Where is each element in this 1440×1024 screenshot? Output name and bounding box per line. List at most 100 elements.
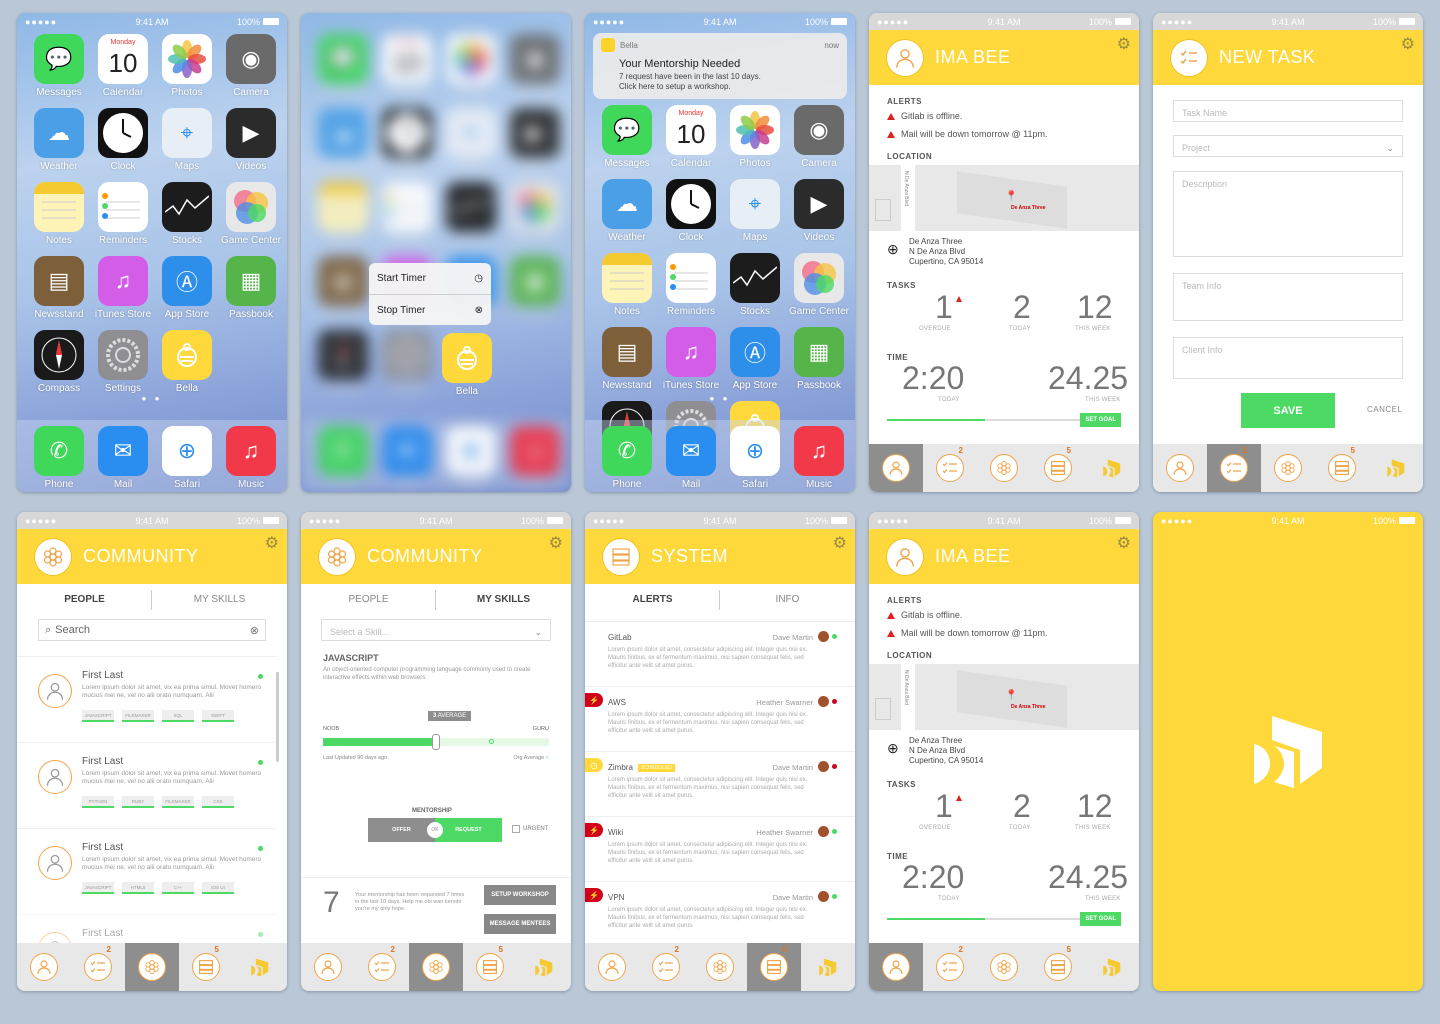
app-photos[interactable]: Photos [723, 105, 787, 169]
tab-my-skills[interactable]: MY SKILLS [436, 594, 571, 614]
app-mail[interactable]: ✉ Mail [659, 426, 723, 492]
overdue-count[interactable]: 1 [935, 289, 953, 326]
clear-icon[interactable]: ⊗ [250, 624, 259, 637]
app-calendar[interactable]: Monday 10 Calendar [659, 105, 723, 169]
app-phone[interactable]: ✆ Phone [27, 426, 91, 492]
tab-system[interactable]: 5 [463, 943, 517, 991]
app-phone[interactable]: ✆ Phone [311, 426, 375, 492]
avatar[interactable] [887, 39, 923, 76]
gear-icon[interactable]: ⚙ [265, 533, 279, 553]
app-maps[interactable]: ⌖ Maps [155, 108, 219, 172]
app-weather[interactable]: ☁ Weather [595, 179, 659, 243]
tab-bella[interactable] [1085, 943, 1139, 991]
tab-community[interactable] [1261, 444, 1315, 492]
app-clock[interactable]: Clock [375, 108, 439, 172]
tab-tasks[interactable]: 2 [1207, 444, 1261, 492]
app-maps[interactable]: ⌖ Maps [439, 108, 503, 172]
setup-workshop-button[interactable]: SETUP WORKSHOP [484, 885, 556, 905]
app-game-center[interactable]: Game Center [787, 253, 851, 317]
tab-profile[interactable] [1153, 444, 1207, 492]
tab-system[interactable]: 5 [747, 943, 801, 991]
app-reminders[interactable]: Reminders [375, 182, 439, 246]
today-count[interactable]: 2 [1013, 289, 1031, 326]
alert-item[interactable]: Mail will be down tomorrow @ 11pm. [887, 129, 1048, 139]
project-select[interactable]: Project ⌄ [1173, 135, 1403, 157]
app-photos[interactable]: Photos [439, 34, 503, 98]
app-messages[interactable]: 💬 Messages [311, 34, 375, 98]
list-item[interactable]: First Last Lorem ipsum dolor sit amet, vi… [17, 656, 277, 742]
app-settings[interactable]: Settings [375, 330, 439, 394]
gear-icon[interactable]: ⚙ [1401, 34, 1415, 54]
app-compass[interactable]: Compass [27, 330, 91, 394]
app-clock[interactable]: Clock [659, 179, 723, 243]
request-option[interactable]: REQUEST [435, 818, 502, 842]
overdue-count[interactable]: 1 [935, 788, 953, 825]
week-count[interactable]: 12 [1077, 788, 1113, 825]
app-videos[interactable]: ▶ Videos [503, 108, 567, 172]
team-info-field[interactable]: Team Info [1173, 273, 1403, 321]
app-mail[interactable]: ✉ Mail [91, 426, 155, 492]
tab-community[interactable] [977, 943, 1031, 991]
avatar[interactable] [887, 538, 923, 575]
description-field[interactable]: Description [1173, 171, 1403, 257]
app-passbook[interactable]: ▦ Passbook [503, 256, 567, 320]
scrollbar[interactable] [276, 672, 279, 762]
task-name-field[interactable]: Task Name [1173, 100, 1403, 122]
app-music[interactable]: ♫ Music [219, 426, 283, 492]
list-item[interactable]: First Last Lorem ipsum dolor sit amet, vi… [17, 742, 277, 828]
cancel-button[interactable]: CANCEL [1367, 405, 1402, 414]
app-camera[interactable]: ◉ Camera [787, 105, 851, 169]
app-camera[interactable]: ◉ Camera [503, 34, 567, 98]
system-row[interactable]: ⚡ Wiki Heather Swarner Lorem ipsum dolor si… [585, 816, 855, 881]
skill-select[interactable]: Select a Skill... ⌄ [321, 619, 551, 641]
today-count[interactable]: 2 [1013, 788, 1031, 825]
app-bella[interactable]: Bella [155, 330, 219, 394]
tab-community[interactable] [409, 943, 463, 991]
alert-item[interactable]: Gitlab is offline. [887, 610, 962, 620]
app-safari[interactable]: ⊕ Safari [439, 426, 503, 492]
urgent-checkbox[interactable]: URGENT [512, 825, 548, 833]
gear-icon[interactable]: ⚙ [833, 533, 847, 553]
app-notes[interactable]: Notes [311, 182, 375, 246]
set-goal-button[interactable]: SET GOAL [1080, 413, 1121, 427]
tab-tasks[interactable]: 2 [71, 943, 125, 991]
app-maps[interactable]: ⌖ Maps [723, 179, 787, 243]
app-bella-focused[interactable]: Bella [442, 333, 492, 397]
tab-profile[interactable] [869, 943, 923, 991]
app-app-store[interactable]: Ⓐ App Store [155, 256, 219, 320]
alert-item[interactable]: Gitlab is offline. [887, 111, 962, 121]
app-camera[interactable]: ◉ Camera [219, 34, 283, 98]
app-photos[interactable]: Photos [155, 34, 219, 98]
app-messages[interactable]: 💬 Messages [27, 34, 91, 98]
tab-people[interactable]: PEOPLE [301, 594, 436, 614]
app-compass[interactable]: Compass [311, 330, 375, 394]
tab-tasks[interactable]: 2 [923, 444, 977, 492]
app-stocks[interactable]: Stocks [155, 182, 219, 246]
tab-profile[interactable] [869, 444, 923, 492]
app-app-store[interactable]: Ⓐ App Store [723, 327, 787, 391]
app-newsstand[interactable]: ▤ Newsstand [27, 256, 91, 320]
start-timer-action[interactable]: Start Timer ◷ [369, 263, 491, 294]
toggle-knob[interactable]: OK [427, 822, 443, 838]
app-notes[interactable]: Notes [27, 182, 91, 246]
app-itunes-store[interactable]: ♫ iTunes Store [91, 256, 155, 320]
app-phone[interactable]: ✆ Phone [595, 426, 659, 492]
app-weather[interactable]: ☁ Weather [311, 108, 375, 172]
tab-community[interactable] [125, 943, 179, 991]
app-safari[interactable]: ⊕ Safari [155, 426, 219, 492]
tab-system[interactable]: 5 [1031, 444, 1085, 492]
app-game-center[interactable]: Game Center [503, 182, 567, 246]
tab-bella[interactable] [517, 943, 571, 991]
gear-icon[interactable]: ⚙ [549, 533, 563, 553]
system-row[interactable]: ◷ Zimbra SCHEDULED Dave Martin Lorem ipsum d… [585, 751, 855, 816]
offer-option[interactable]: OFFER [368, 818, 435, 842]
app-videos[interactable]: ▶ Videos [219, 108, 283, 172]
mentorship-toggle[interactable]: OFFER REQUEST OK [368, 818, 502, 842]
tab-community[interactable] [693, 943, 747, 991]
app-reminders[interactable]: Reminders [659, 253, 723, 317]
tab-profile[interactable] [17, 943, 71, 991]
tab-tasks[interactable]: 2 [355, 943, 409, 991]
app-videos[interactable]: ▶ Videos [787, 179, 851, 243]
tab-bella[interactable] [1085, 444, 1139, 492]
tab-my-skills[interactable]: MY SKILLS [152, 594, 287, 614]
